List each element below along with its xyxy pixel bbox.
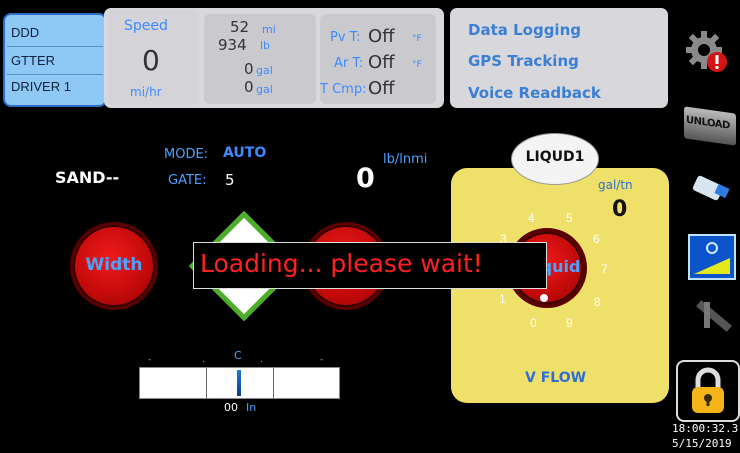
spread-bar: [139, 367, 340, 399]
speed-value: 0: [142, 44, 160, 77]
lock-button[interactable]: [676, 360, 740, 422]
weight-unit: lb: [260, 39, 271, 52]
dial-number-6: 6: [593, 232, 600, 246]
dial-number-5: 5: [566, 211, 573, 225]
material-name[interactable]: SAND--: [55, 168, 119, 187]
gal2-unit: gal: [256, 83, 273, 96]
driver-panel[interactable]: DDD GTTER DRIVER 1: [3, 13, 107, 107]
lock-icon: [692, 367, 724, 413]
liquid-tab-label: LIQUD1: [525, 149, 585, 165]
pv-temp-value: Off: [368, 26, 395, 47]
liquid-unit: gal/tn: [598, 178, 633, 192]
dial-indicator-dot: [540, 294, 548, 302]
liquid-tab-button[interactable]: LIQUD1: [511, 133, 599, 185]
totals-box: 52 mi 934 lb 0 gal 0 gal: [204, 14, 316, 104]
width-button[interactable]: Width: [70, 222, 158, 310]
loading-dialog: Loading... please wait!: [193, 242, 547, 289]
dial-number-9: 9: [566, 316, 573, 330]
speed-box: Speed 0 mi/hr: [108, 10, 198, 105]
settings-alert-icon[interactable]: [684, 26, 732, 76]
rate-value: 0: [356, 163, 375, 194]
feature-voice-readback[interactable]: Voice Readback: [468, 84, 601, 102]
driver-line-2: GTTER: [11, 53, 56, 68]
clock-time: 18:00:32.3: [672, 422, 739, 435]
rate-unit: lb/lnmi: [383, 152, 428, 167]
dial-number-0: 0: [530, 316, 537, 330]
chute-icon[interactable]: [690, 298, 736, 344]
brightness-icon[interactable]: [688, 234, 736, 280]
usb-drive-icon[interactable]: [690, 170, 734, 204]
feature-data-logging[interactable]: Data Logging: [468, 21, 581, 39]
gal1-unit: gal: [256, 64, 273, 77]
unload-icon[interactable]: UNLOAD: [684, 106, 736, 146]
dial-number-1: 1: [499, 292, 506, 306]
dial-number-8: 8: [594, 295, 601, 309]
mode-label: MODE:: [164, 147, 209, 162]
distance-unit: mi: [262, 23, 276, 36]
ar-temp-value: Off: [368, 52, 395, 73]
clock-date: 5/15/2019: [672, 437, 732, 450]
feature-gps-tracking[interactable]: GPS Tracking: [468, 52, 579, 70]
temperature-box: Pv T: Off °F Ar T: Off °F T Cmp: Off: [320, 14, 436, 104]
speed-unit: mi/hr: [130, 85, 162, 99]
features-panel[interactable]: Data Logging GPS Tracking Voice Readback: [450, 8, 668, 108]
spread-center-indicator: [237, 370, 241, 396]
gate-value[interactable]: 5: [225, 171, 235, 189]
tcmp-value: Off: [368, 78, 395, 99]
tcmp-label: T Cmp:: [320, 82, 367, 97]
liquid-value: 0: [612, 197, 628, 222]
pv-temp-unit: °F: [412, 34, 422, 44]
dial-number-7: 7: [601, 262, 608, 276]
status-panel: Speed 0 mi/hr 52 mi 934 lb 0 gal 0 gal P…: [104, 8, 444, 108]
gate-label: GATE:: [168, 173, 207, 188]
loading-message: Loading... please wait!: [200, 249, 483, 278]
spread-readout-unit: In: [246, 401, 257, 414]
spread-center-label: C: [234, 349, 242, 362]
pv-temp-label: Pv T:: [330, 30, 361, 45]
mode-value[interactable]: AUTO: [223, 145, 266, 161]
spread-readout-value: 00: [224, 401, 238, 414]
gal1-value: 0: [244, 60, 254, 78]
flow-label: V FLOW: [525, 370, 587, 386]
width-button-label: Width: [85, 255, 143, 275]
dial-number-4: 4: [528, 211, 535, 225]
driver-line-3: DRIVER 1: [11, 79, 71, 94]
ar-temp-label: Ar T:: [334, 56, 364, 71]
gal2-value: 0: [244, 78, 254, 96]
unload-label: UNLOAD: [686, 114, 730, 132]
ar-temp-unit: °F: [412, 60, 422, 70]
weight-value: 934: [218, 36, 247, 54]
distance-value: 52: [230, 18, 250, 36]
speed-label: Speed: [124, 18, 168, 34]
driver-line-1: DDD: [11, 25, 40, 40]
